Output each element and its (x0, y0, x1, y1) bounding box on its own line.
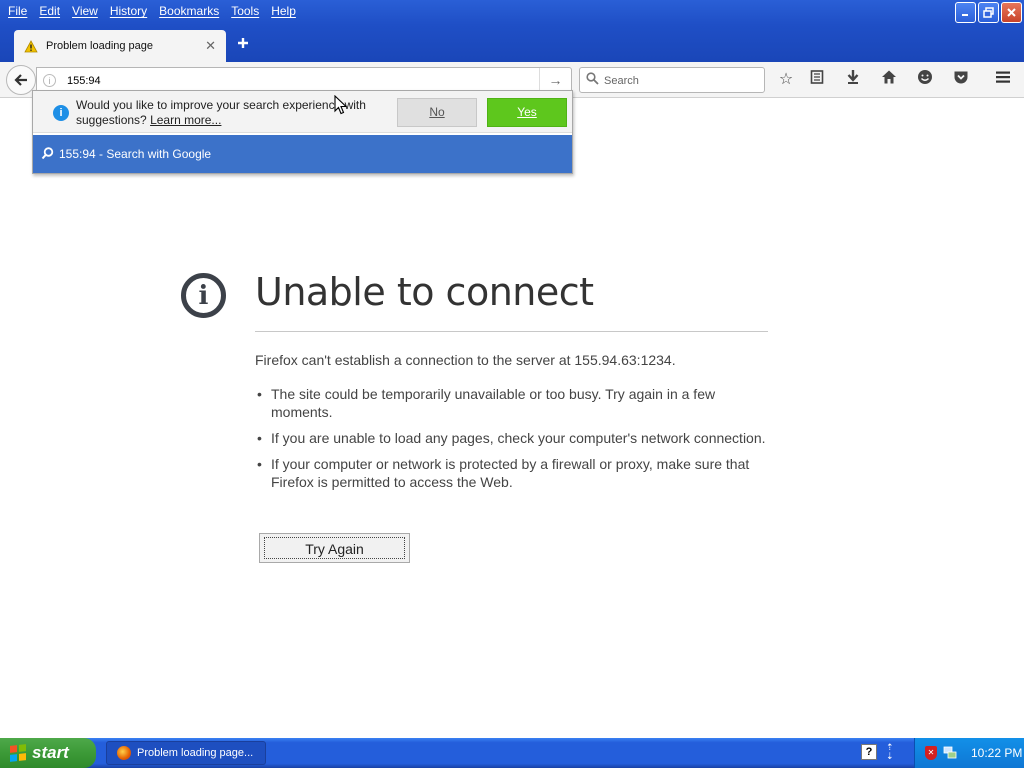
taskbar-window-title: Problem loading page... (137, 747, 254, 759)
try-again-button[interactable]: Try Again (259, 533, 410, 563)
warning-icon (24, 39, 38, 53)
search-icon (41, 147, 54, 160)
list-item: If your computer or network is protected… (255, 455, 768, 491)
firefox-icon (117, 746, 131, 760)
divider (255, 331, 768, 332)
menu-bookmarks[interactable]: Bookmarks (153, 4, 225, 18)
search-with-google-suggestion[interactable]: 155:94 - Search with Google (33, 135, 572, 173)
url-input[interactable] (67, 72, 527, 89)
reading-list-icon[interactable] (806, 69, 828, 91)
yes-button[interactable]: Yes (487, 98, 567, 127)
back-arrow-icon (14, 74, 27, 86)
learn-more-link[interactable]: Learn more... (150, 113, 221, 127)
close-window-button[interactable] (1001, 2, 1022, 23)
tab-problem-loading[interactable]: Problem loading page ✕ (14, 30, 226, 62)
windows-taskbar: start Problem loading page... ? ⇡ ⇣ ✕ 10:… (0, 738, 1024, 768)
tray-arrows-icon[interactable]: ⇡ ⇣ (886, 743, 894, 761)
bookmark-star-icon[interactable]: ☆ (775, 69, 797, 91)
network-icon[interactable] (943, 746, 957, 760)
minimize-icon (962, 14, 968, 16)
clock[interactable]: 10:22 PM (971, 746, 1022, 760)
start-label: start (32, 743, 69, 762)
site-info-icon[interactable]: i (43, 74, 56, 87)
menu-tools[interactable]: Tools (225, 4, 265, 18)
info-icon: i (53, 105, 69, 121)
search-icon (586, 72, 599, 85)
start-button[interactable]: start (0, 738, 96, 768)
window-titlebar: File Edit View History Bookmarks Tools H… (0, 0, 1024, 62)
search-input[interactable] (604, 72, 754, 89)
restore-button[interactable] (978, 2, 999, 23)
suggestions-optin-prompt: i Would you like to improve your search … (33, 91, 572, 133)
search-suggestions-popup: i Would you like to improve your search … (32, 90, 573, 174)
mouse-cursor-icon (334, 95, 348, 115)
close-icon (1007, 8, 1016, 17)
menu-help[interactable]: Help (265, 4, 302, 18)
try-again-label: Try Again (264, 537, 405, 559)
menu-edit[interactable]: Edit (33, 4, 66, 18)
list-item: If you are unable to load any pages, che… (255, 429, 768, 447)
help-icon[interactable]: ? (861, 744, 877, 760)
security-shield-icon[interactable]: ✕ (925, 746, 937, 760)
tab-close-icon[interactable]: ✕ (205, 38, 216, 54)
search-bar[interactable] (579, 67, 765, 93)
download-icon[interactable] (842, 69, 864, 91)
error-suggestions-list: The site could be temporarily unavailabl… (255, 385, 768, 499)
menu-view[interactable]: View (66, 4, 104, 18)
restore-icon (983, 7, 994, 18)
pocket-icon[interactable] (950, 69, 972, 91)
go-arrow-icon[interactable]: → (539, 68, 571, 92)
menu-history[interactable]: History (104, 4, 153, 18)
tab-title: Problem loading page (46, 40, 154, 52)
windows-flag-icon (10, 744, 26, 762)
system-tray: ✕ 10:22 PM (914, 738, 1024, 768)
window-controls (955, 2, 1022, 23)
plus-icon (238, 38, 248, 48)
error-description: Firefox can't establish a connection to … (255, 352, 676, 368)
hamburger-menu-icon[interactable] (992, 69, 1014, 91)
hello-chat-icon[interactable] (914, 69, 936, 91)
home-icon[interactable] (878, 69, 900, 91)
new-tab-button[interactable] (234, 34, 252, 54)
menu-bar: File Edit View History Bookmarks Tools H… (0, 0, 302, 22)
no-button[interactable]: No (397, 98, 477, 127)
info-circle-icon: i (181, 273, 226, 318)
error-title: Unable to connect (255, 270, 594, 314)
minimize-button[interactable] (955, 2, 976, 23)
suggestion-text: 155:94 - Search with Google (59, 147, 212, 161)
menu-file[interactable]: File (2, 4, 33, 18)
list-item: The site could be temporarily unavailabl… (255, 385, 768, 421)
optin-text: Would you like to improve your search ex… (76, 98, 396, 128)
taskbar-firefox-window[interactable]: Problem loading page... (106, 741, 266, 765)
